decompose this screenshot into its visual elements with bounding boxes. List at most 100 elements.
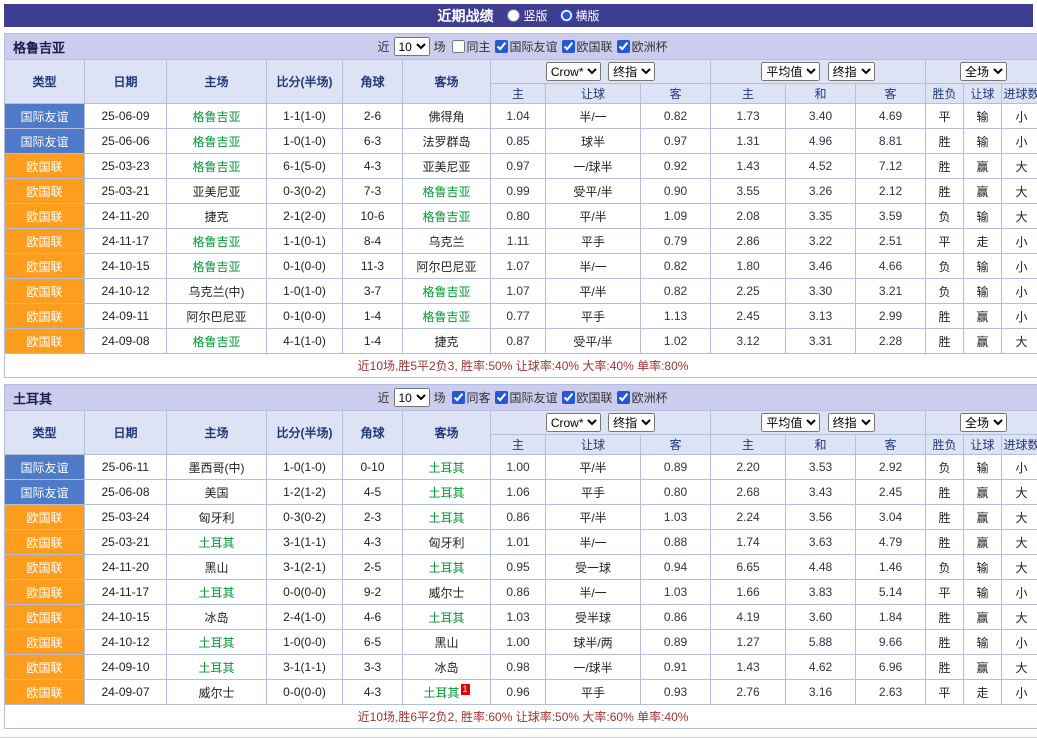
result-handicap: 输 [964, 254, 1002, 279]
match-type-badge: 国际友谊 [5, 455, 85, 480]
match-type-badge: 欧国联 [5, 530, 85, 555]
avg-away: 2.51 [856, 229, 926, 254]
match-row: 国际友谊25-06-06格鲁吉亚1-0(1-0)6-3法罗群岛0.85球半0.9… [5, 129, 1037, 154]
result-group-header: 全场 [926, 411, 1037, 435]
match-count-select[interactable]: 10 [394, 388, 430, 407]
odds-source-select[interactable]: Crow* [546, 62, 601, 81]
layout-option-label: 横版 [576, 7, 600, 24]
score: 0-0(0-0) [267, 680, 343, 705]
avg-draw: 3.16 [786, 680, 856, 705]
scope-select[interactable]: 全场 [960, 413, 1007, 432]
filter-option[interactable]: 欧国联 [560, 389, 613, 406]
filter-checkbox[interactable] [562, 391, 575, 404]
score: 3-1(1-1) [267, 530, 343, 555]
filter-checkbox[interactable] [452, 40, 465, 53]
filter-option[interactable]: 国际友谊 [493, 389, 558, 406]
avg-away: 2.12 [856, 179, 926, 204]
avg-source-select[interactable]: 平均值 [761, 62, 820, 81]
match-row: 欧国联24-09-10土耳其3-1(1-1)3-3冰岛0.98一/球半0.911… [5, 655, 1037, 680]
avg-time-select[interactable]: 终指 [828, 62, 875, 81]
match-count-select[interactable]: 10 [394, 37, 430, 56]
corner-score: 3-3 [343, 655, 403, 680]
scope-select[interactable]: 全场 [960, 62, 1007, 81]
filter-checkbox[interactable] [452, 391, 465, 404]
result-goals: 小 [1002, 680, 1037, 705]
header-home: 主场 [167, 411, 267, 455]
result-handicap: 赢 [964, 605, 1002, 630]
odds-source-select[interactable]: Crow* [546, 413, 601, 432]
header-score: 比分(半场) [267, 411, 343, 455]
match-row: 欧国联25-03-21亚美尼亚0-3(0-2)7-3格鲁吉亚0.99受平/半0.… [5, 179, 1037, 204]
score: 4-1(1-0) [267, 329, 343, 354]
away-team: 土耳其 [403, 505, 491, 530]
odds-time-select[interactable]: 终指 [608, 413, 655, 432]
away-team: 格鲁吉亚 [403, 279, 491, 304]
odds-home: 0.95 [491, 555, 546, 580]
result-goals: 大 [1002, 179, 1037, 204]
layout-option-label: 竖版 [523, 7, 547, 24]
match-row: 欧国联24-09-07威尔士0-0(0-0)4-3土耳其10.96平手0.932… [5, 680, 1037, 705]
filter-checkbox[interactable] [617, 40, 630, 53]
odds-home: 1.01 [491, 530, 546, 555]
home-team: 黑山 [167, 555, 267, 580]
layout-radio[interactable] [560, 9, 573, 22]
home-team: 格鲁吉亚 [167, 154, 267, 179]
filter-checkbox[interactable] [617, 391, 630, 404]
result-goals: 大 [1002, 505, 1037, 530]
match-rows: 国际友谊25-06-11墨西哥(中)1-0(1-0)0-10土耳其1.00平/半… [5, 455, 1037, 705]
filter-checkbox[interactable] [495, 391, 508, 404]
filter-option[interactable]: 欧洲杯 [615, 38, 668, 55]
layout-option[interactable]: 横版 [560, 7, 600, 24]
avg-home: 1.73 [711, 104, 786, 129]
filter-option[interactable]: 欧洲杯 [615, 389, 668, 406]
avg-time-select[interactable]: 终指 [828, 413, 875, 432]
filter-checkboxes: 同主国际友谊欧国联欧洲杯 [450, 38, 670, 55]
header-away: 客场 [403, 411, 491, 455]
avg-away: 1.84 [856, 605, 926, 630]
header-odds-home: 主 [491, 435, 546, 455]
avg-away: 2.28 [856, 329, 926, 354]
avg-draw: 3.43 [786, 480, 856, 505]
match-date: 25-06-06 [85, 129, 167, 154]
header-odds-handicap: 让球 [546, 84, 641, 104]
odds-home: 0.96 [491, 680, 546, 705]
corner-score: 10-6 [343, 204, 403, 229]
page-title: 近期战绩 [437, 6, 493, 26]
avg-home: 3.55 [711, 179, 786, 204]
filter-checkbox-label: 同主 [467, 38, 491, 55]
away-team: 佛得角 [403, 104, 491, 129]
header-odds-home: 主 [491, 84, 546, 104]
match-type-badge: 欧国联 [5, 204, 85, 229]
sections-container: 格鲁吉亚 近 10 场 同主国际友谊欧国联欧洲杯 类型 日期 主场 比分(半场)… [4, 33, 1033, 729]
avg-home: 1.43 [711, 154, 786, 179]
avg-away: 2.45 [856, 480, 926, 505]
filter-checkbox[interactable] [495, 40, 508, 53]
filter-option[interactable]: 同客 [450, 389, 491, 406]
filter-bar: 近 10 场 同客国际友谊欧国联欧洲杯 [376, 388, 669, 407]
score: 2-1(2-0) [267, 204, 343, 229]
layout-option[interactable]: 竖版 [507, 7, 547, 24]
away-team: 土耳其 [403, 455, 491, 480]
result-goals: 小 [1002, 229, 1037, 254]
odds-time-select[interactable]: 终指 [608, 62, 655, 81]
filter-checkbox[interactable] [562, 40, 575, 53]
avg-draw: 3.63 [786, 530, 856, 555]
match-type-badge: 国际友谊 [5, 104, 85, 129]
handicap-line: 平手 [546, 304, 641, 329]
avg-home: 4.19 [711, 605, 786, 630]
avg-away: 3.59 [856, 204, 926, 229]
odds-away: 0.88 [641, 530, 711, 555]
avg-draw: 3.56 [786, 505, 856, 530]
avg-source-select[interactable]: 平均值 [761, 413, 820, 432]
filter-option[interactable]: 同主 [450, 38, 491, 55]
result-goals: 小 [1002, 104, 1037, 129]
avg-draw: 3.13 [786, 304, 856, 329]
handicap-line: 平/半 [546, 204, 641, 229]
away-team: 土耳其1 [403, 680, 491, 705]
layout-radio[interactable] [507, 9, 520, 22]
avg-draw: 3.60 [786, 605, 856, 630]
filter-option[interactable]: 国际友谊 [493, 38, 558, 55]
filter-option[interactable]: 欧国联 [560, 38, 613, 55]
corner-score: 7-3 [343, 179, 403, 204]
section-header: 格鲁吉亚 近 10 场 同主国际友谊欧国联欧洲杯 [5, 34, 1037, 60]
